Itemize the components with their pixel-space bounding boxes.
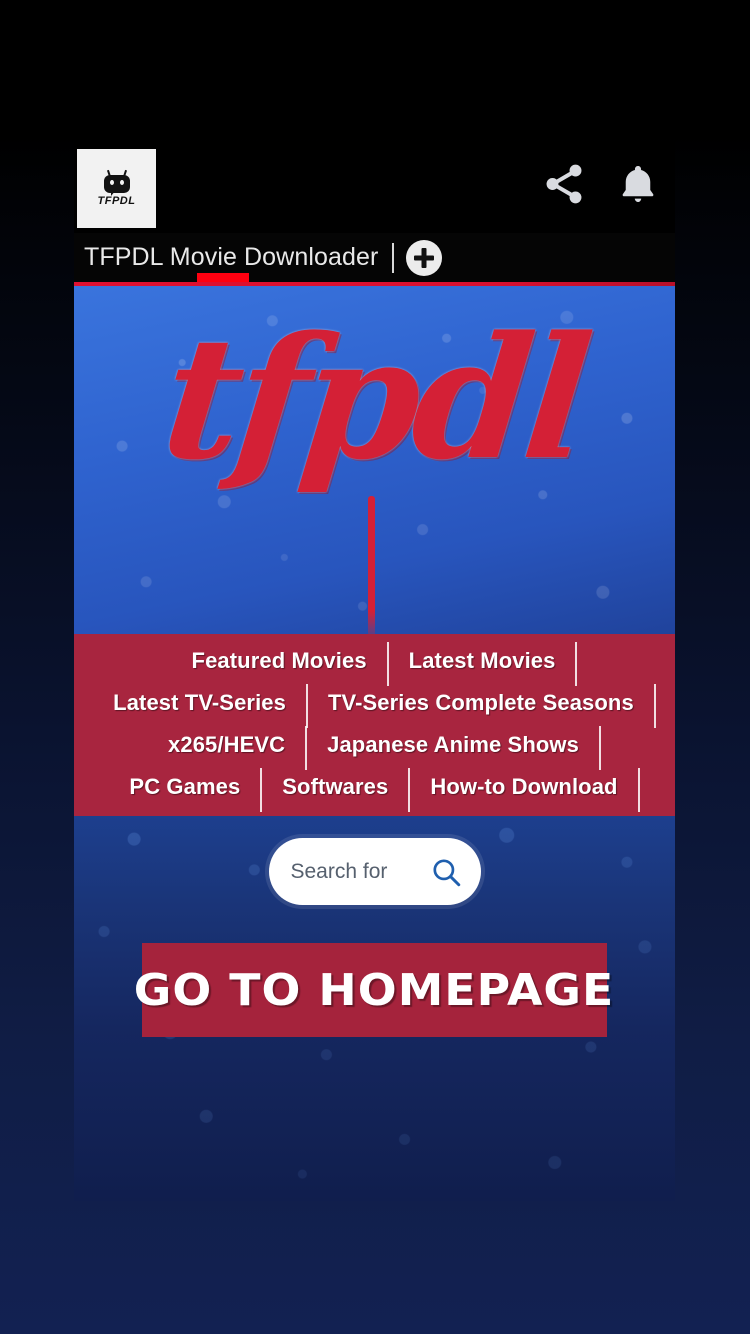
nav-item-pc-games[interactable]: PC Games	[109, 766, 263, 812]
app-window: TFPDL TFPDL Movie Downloader tfpdl Featu…	[74, 141, 675, 1201]
new-tab-button[interactable]	[406, 239, 443, 276]
phone-screen: TFPDL TFPDL Movie Downloader tfpdl Featu…	[0, 0, 750, 1334]
app-topbar: TFPDL	[74, 141, 675, 233]
search-box[interactable]	[268, 838, 481, 905]
app-launcher-icon[interactable]: TFPDL	[77, 149, 156, 228]
nav-item-how-to-download[interactable]: How-to Download	[410, 766, 640, 812]
topbar-actions	[541, 161, 661, 207]
go-to-homepage-button[interactable]: GO TO HOMEPAGE	[134, 943, 614, 1037]
browser-tab-bar: TFPDL Movie Downloader	[74, 233, 675, 282]
nav-item-latest-tv-series[interactable]: Latest TV-Series	[93, 682, 308, 728]
search-input[interactable]	[290, 859, 423, 884]
nav-item-tv-series-complete-seasons[interactable]: TV-Series Complete Seasons	[308, 682, 656, 728]
page-title: TFPDL Movie Downloader	[84, 243, 379, 271]
site-body-panel: GO TO HOMEPAGE	[74, 816, 675, 1201]
active-tab-indicator	[197, 273, 249, 282]
tfpdl-mascot-icon	[102, 169, 132, 196]
tfpdl-wordmark: tfpdl	[154, 299, 595, 497]
share-icon[interactable]	[541, 161, 587, 207]
nav-item-featured-movies[interactable]: Featured Movies	[172, 640, 389, 686]
nav-item-latest-movies[interactable]: Latest Movies	[389, 640, 578, 686]
title-divider	[392, 242, 395, 273]
site-navigation-menu: Featured Movies Latest Movies Latest TV-…	[74, 634, 675, 816]
bell-notification-icon[interactable]	[615, 161, 661, 207]
nav-item-japanese-anime-shows[interactable]: Japanese Anime Shows	[307, 724, 601, 770]
nav-item-x265-hevc[interactable]: x265/HEVC	[148, 724, 308, 770]
go-to-homepage-label: GO TO HOMEPAGE	[134, 964, 615, 1016]
search-icon[interactable]	[429, 855, 463, 889]
site-hero-banner: tfpdl	[74, 286, 675, 634]
logo-paint-drip	[368, 496, 375, 634]
app-icon-label: TFPDL	[97, 195, 136, 207]
nav-item-softwares[interactable]: Softwares	[262, 766, 411, 812]
